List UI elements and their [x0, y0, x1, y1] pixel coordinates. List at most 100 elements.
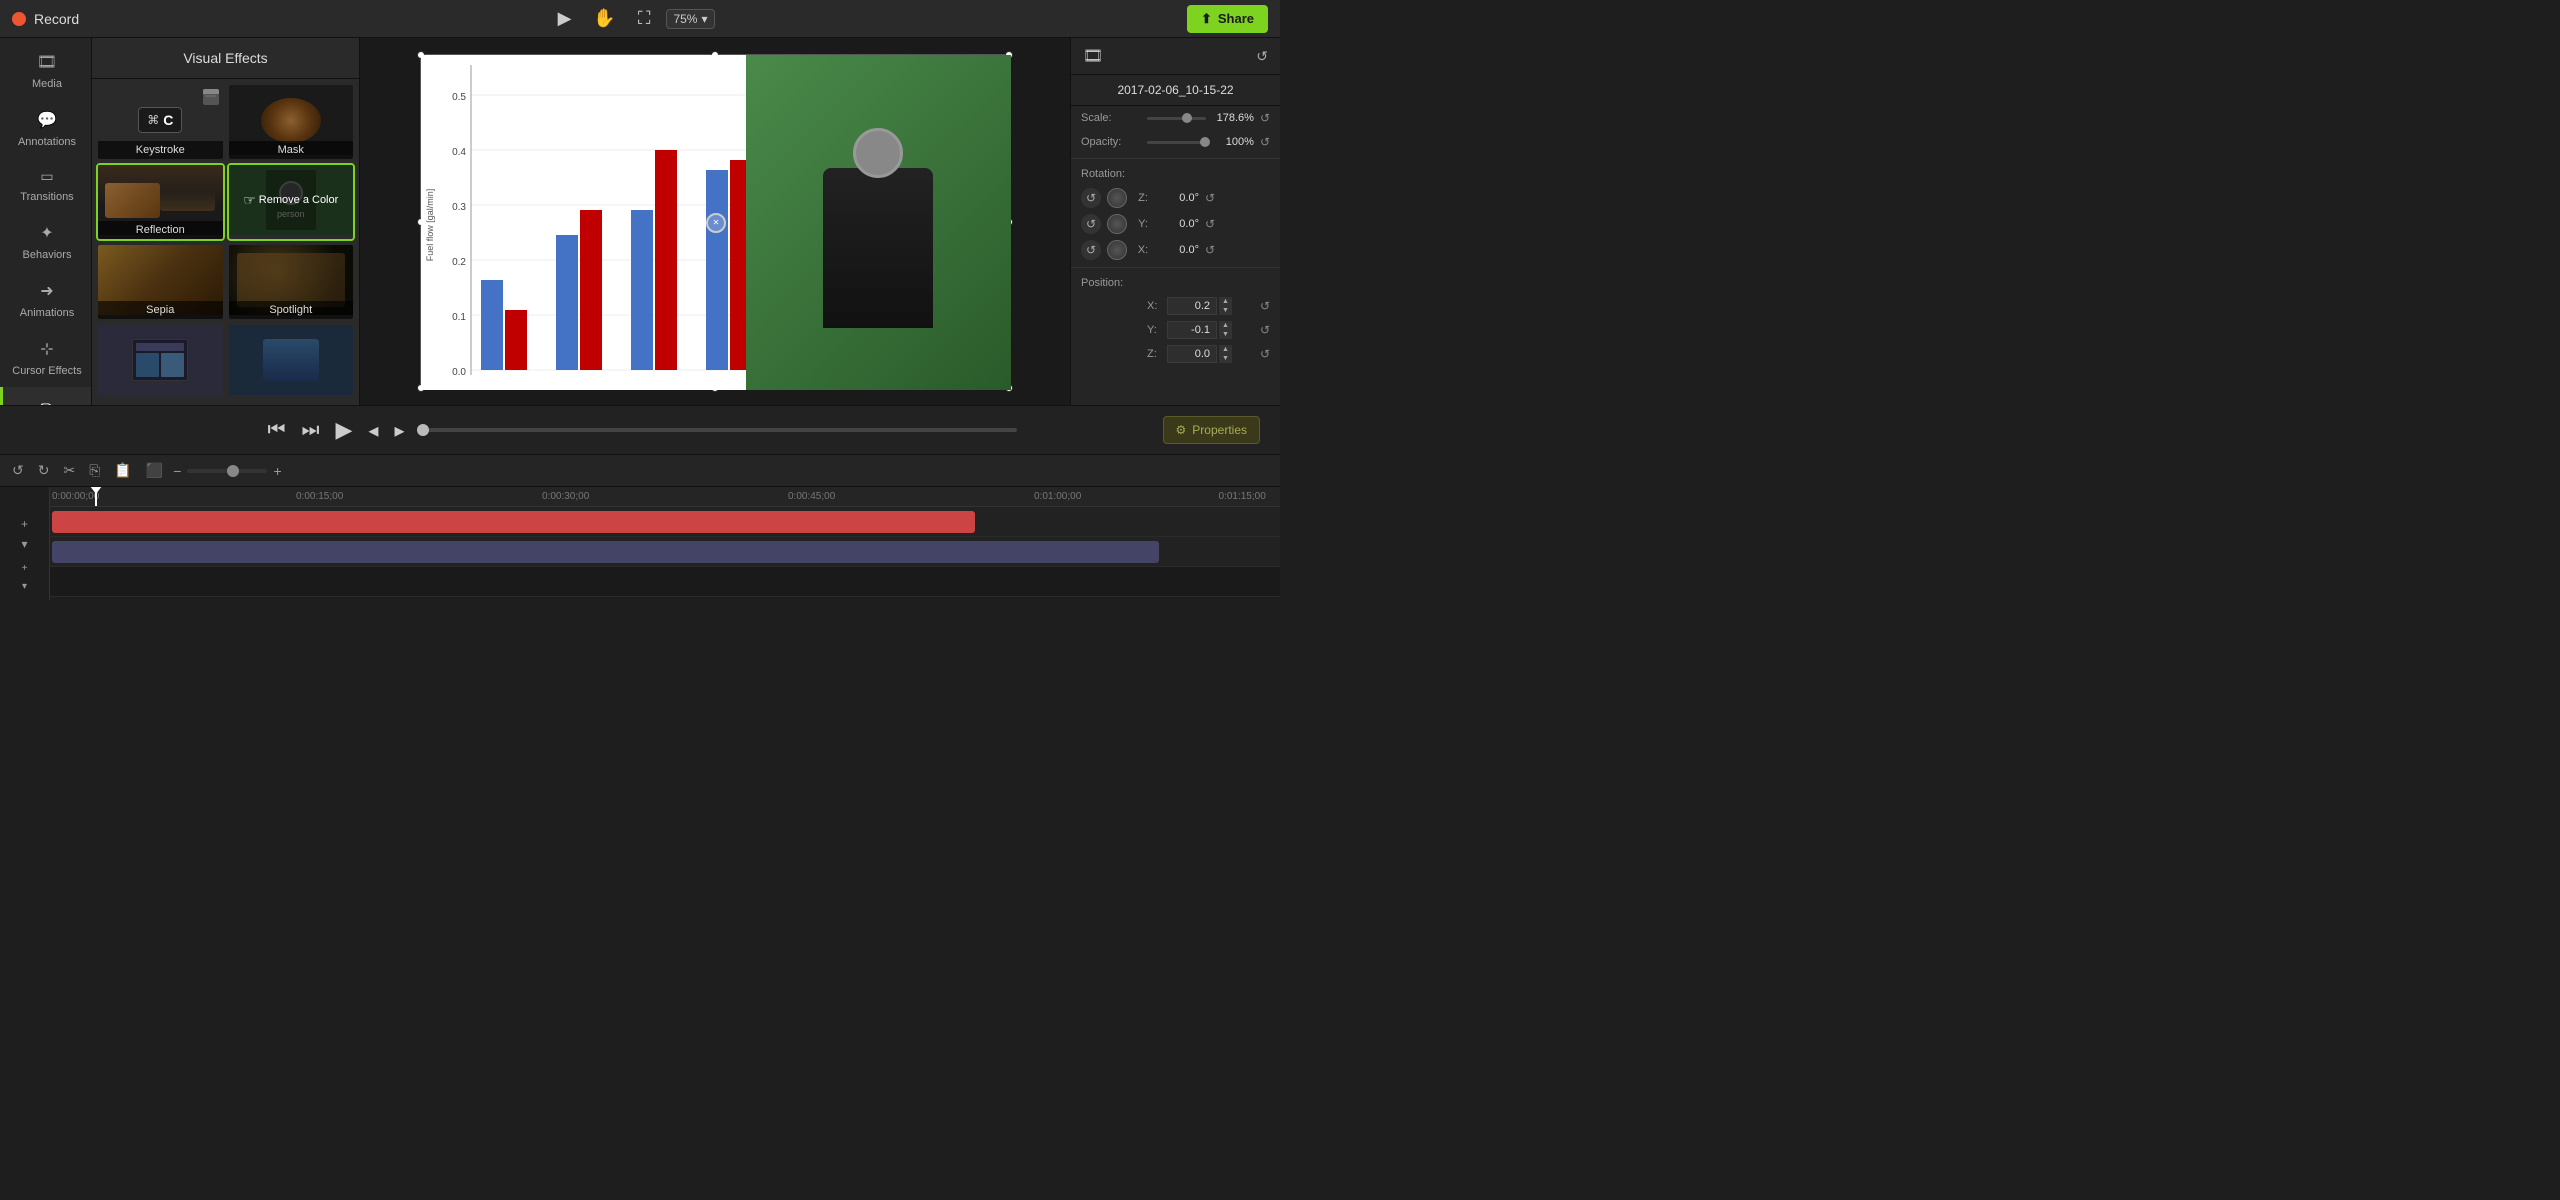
effects-panel-title: Visual Effects [92, 38, 359, 79]
position-z-increment[interactable]: ▲ [1219, 345, 1232, 354]
timeline-clip-blue[interactable] [52, 541, 1159, 563]
scale-slider[interactable] [1147, 117, 1206, 120]
effect-item-extra2[interactable] [227, 323, 356, 401]
effect-label-keystroke: Keystroke [98, 141, 223, 159]
properties-panel-button[interactable]: ⚙ Properties [1163, 416, 1260, 444]
rewind-button[interactable]: ⏮ [263, 415, 289, 446]
position-y-reset[interactable]: ↺ [1260, 323, 1270, 337]
playhead[interactable] [95, 487, 97, 506]
timeline-toolbar: ↺ ↻ ✂ ⎘ 📋 ⬛ − + [0, 455, 1280, 487]
position-z-decrement[interactable]: ▼ [1219, 354, 1232, 363]
sidebar-item-animations[interactable]: ➜ Animations [0, 271, 91, 329]
rotation-z-axis-label: Z: [1133, 192, 1153, 204]
rotation-y-axis-label: Y: [1133, 218, 1153, 230]
properties-panel: 🎞 ↺ 2017-02-06_10-15-22 Scale: 178.6% ↺ … [1070, 38, 1280, 405]
split-button[interactable]: ⬛ [142, 460, 167, 481]
position-label: Position: [1081, 277, 1141, 289]
position-y-decrement[interactable]: ▼ [1219, 330, 1232, 339]
position-y-input-group: ▲ ▼ [1167, 321, 1254, 339]
scale-property-row: Scale: 178.6% ↺ [1071, 106, 1280, 130]
svg-text:0.2: 0.2 [452, 257, 466, 268]
effect-item-remove-color[interactable]: person ☞ Remove a Color Remove a Color [227, 163, 356, 241]
position-z-reset[interactable]: ↺ [1260, 347, 1270, 361]
select-tool-button[interactable]: ▶ [552, 4, 578, 33]
effect-item-spotlight[interactable]: Spotlight [227, 243, 356, 321]
rotation-z-dial[interactable] [1107, 188, 1127, 208]
track-add-button[interactable]: + [4, 515, 45, 533]
position-x-reset[interactable]: ↺ [1260, 299, 1270, 313]
progress-thumb[interactable] [417, 424, 429, 436]
effect-item-extra1[interactable] [96, 323, 225, 401]
timeline-clip-red[interactable] [52, 511, 975, 533]
position-x-increment[interactable]: ▲ [1219, 297, 1232, 306]
timeline-main: 0:00:00;00 0:00:15;00 0:00:30;00 0:00:45… [50, 487, 1280, 600]
properties-reset-button[interactable]: ↺ [1256, 48, 1268, 65]
position-x-decrement[interactable]: ▼ [1219, 306, 1232, 315]
sidebar-item-cursor-effects[interactable]: ⊹ Cursor Effects [0, 329, 91, 387]
rotation-x-ccw-button[interactable]: ↺ [1081, 240, 1101, 260]
sidebar-item-annotations[interactable]: 💬 Annotations [0, 100, 91, 158]
effect-label-reflection: Reflection [98, 221, 223, 239]
position-y-input[interactable] [1167, 321, 1217, 339]
track-collapse2-button[interactable]: ▾ [18, 579, 31, 594]
scale-reset-button[interactable]: ↺ [1260, 111, 1270, 125]
share-button[interactable]: ⬆ Share [1187, 5, 1268, 33]
track-collapse-button[interactable]: ▾ [4, 535, 45, 553]
position-y-row: Y: ▲ ▼ ↺ [1071, 318, 1280, 342]
paste-button[interactable]: 📋 [110, 460, 135, 481]
opacity-slider[interactable] [1147, 141, 1206, 144]
canvas-move-handle[interactable]: ✕ [706, 213, 726, 233]
position-x-input[interactable] [1167, 297, 1217, 315]
redo-button[interactable]: ↻ [34, 460, 54, 481]
cut-button[interactable]: ✂ [59, 460, 79, 481]
zoom-value: 75% [673, 12, 697, 26]
opacity-reset-button[interactable]: ↺ [1260, 135, 1270, 149]
timeline-ruler: 0:00:00;00 0:00:15;00 0:00:30;00 0:00:45… [50, 487, 1280, 507]
position-x-axis-label: X: [1147, 300, 1161, 312]
undo-button[interactable]: ↺ [8, 460, 28, 481]
presenter-video-overlay [746, 55, 1012, 390]
position-x-input-group: ▲ ▼ [1167, 297, 1254, 315]
next-button[interactable]: ▸ [390, 414, 408, 447]
rotation-y-ccw-button[interactable]: ↺ [1081, 214, 1101, 234]
rotation-x-dial[interactable] [1107, 240, 1127, 260]
effect-label-sepia: Sepia [98, 301, 223, 319]
rotation-y-reset[interactable]: ↺ [1205, 217, 1215, 231]
position-y-increment[interactable]: ▲ [1219, 321, 1232, 330]
sidebar-item-behaviors[interactable]: ✦ Behaviors [0, 213, 91, 271]
effect-item-reflection[interactable]: Reflection [96, 163, 225, 241]
effects-panel: Visual Effects ⌘C Keystroke [92, 38, 360, 405]
sidebar-item-media[interactable]: 🎞 Media [0, 42, 91, 100]
zoom-selector[interactable]: 75% ▾ [666, 9, 714, 29]
play-pause-button[interactable]: ▶ [331, 413, 356, 447]
position-z-input[interactable] [1167, 345, 1217, 363]
timeline-zoom-thumb[interactable] [227, 465, 239, 477]
progress-bar[interactable] [417, 428, 1017, 432]
titlebar: Record ▶ ✋ ⛶ 75% ▾ ⬆ Share [0, 0, 1280, 38]
position-y-spinner[interactable]: ▲ ▼ [1219, 321, 1232, 339]
track-add-layer-button[interactable]: + [18, 561, 32, 576]
crop-tool-button[interactable]: ⛶ [632, 4, 657, 33]
prev-button[interactable]: ◂ [364, 414, 382, 447]
effect-item-keystroke[interactable]: ⌘C Keystroke [96, 83, 225, 161]
sidebar-item-transitions[interactable]: ▭ Transitions [0, 158, 91, 213]
frame-back-button[interactable]: ⏭ [297, 415, 323, 446]
behaviors-icon: ✦ [40, 223, 53, 243]
zoom-out-button[interactable]: − [173, 463, 181, 479]
canvas-area: 0.0 0.1 0.2 0.3 0.4 0.5 [360, 38, 1070, 405]
move-tool-button[interactable]: ✋ [587, 4, 621, 33]
position-z-spinner[interactable]: ▲ ▼ [1219, 345, 1232, 363]
rotation-z-reset[interactable]: ↺ [1205, 191, 1215, 205]
rotation-z-ccw-button[interactable]: ↺ [1081, 188, 1101, 208]
rotation-z-row: ↺ Z: 0.0° ↺ [1071, 185, 1280, 211]
position-x-spinner[interactable]: ▲ ▼ [1219, 297, 1232, 315]
effect-item-mask[interactable]: Mask [227, 83, 356, 161]
timeline-zoom-slider[interactable] [187, 469, 267, 473]
zoom-in-button[interactable]: + [273, 463, 281, 479]
rotation-x-reset[interactable]: ↺ [1205, 243, 1215, 257]
rotation-z-value: 0.0° [1159, 192, 1199, 204]
rotation-x-row: ↺ X: 0.0° ↺ [1071, 237, 1280, 263]
copy-button[interactable]: ⎘ [85, 460, 104, 481]
effect-item-sepia[interactable]: Sepia [96, 243, 225, 321]
rotation-y-dial[interactable] [1107, 214, 1127, 234]
